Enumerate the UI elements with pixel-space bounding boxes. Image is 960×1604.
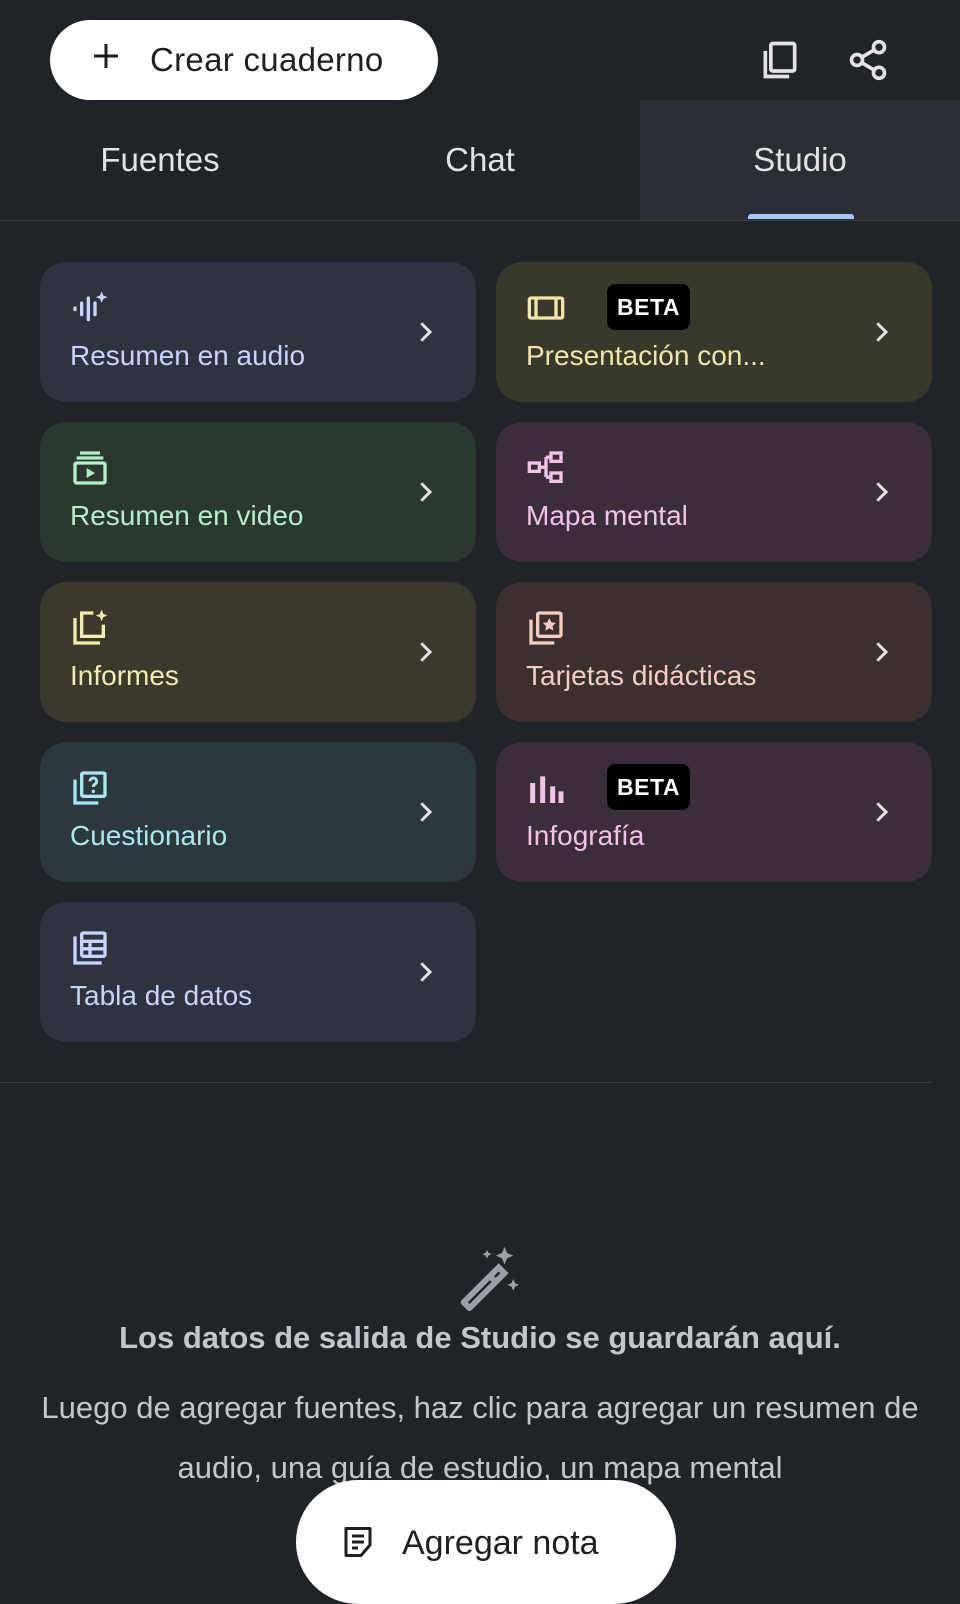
mind-map-icon [527, 451, 563, 483]
chevron-right-icon [876, 322, 889, 342]
tab-studio[interactable]: Studio [640, 100, 960, 220]
card-infografia[interactable]: BETA Infografía [496, 742, 932, 882]
beta-badge: BETA [607, 284, 690, 330]
chevron-right-icon [420, 642, 433, 662]
card-label: Infografía [526, 820, 645, 851]
card-tabla-de-datos[interactable]: Tabla de datos [40, 902, 476, 1042]
add-note-button[interactable]: Agregar nota [296, 1480, 676, 1604]
video-summary-icon [73, 451, 107, 485]
card-resumen-en-video[interactable]: Resumen en video [40, 422, 476, 562]
card-label: Presentación con... [526, 340, 766, 371]
audio-waveform-sparkle-icon [73, 291, 108, 322]
tab-fuentes[interactable]: Fuentes [0, 100, 320, 220]
card-label: Tarjetas didácticas [526, 660, 757, 691]
flashcards-icon [529, 611, 563, 645]
top-bar: Crear cuaderno [0, 0, 960, 100]
active-tab-indicator [748, 214, 854, 219]
card-label: Cuestionario [70, 820, 228, 851]
reports-sparkle-icon [73, 609, 108, 645]
copy-icon[interactable] [758, 38, 802, 82]
card-informes[interactable]: Informes [40, 582, 476, 722]
tab-chat[interactable]: Chat [320, 100, 640, 220]
card-resumen-en-audio[interactable]: Resumen en audio [40, 262, 476, 402]
card-presentacion[interactable]: BETA Presentación con... [496, 262, 932, 402]
chevron-right-icon [420, 322, 433, 342]
data-table-icon [73, 931, 107, 965]
card-label: Resumen en audio [70, 340, 306, 371]
card-tarjetas-didacticas[interactable]: Tarjetas didácticas [496, 582, 932, 722]
chevron-right-icon [876, 802, 889, 822]
card-label: Mapa mental [526, 500, 688, 531]
quiz-icon [73, 771, 107, 805]
infographic-icon [530, 776, 564, 803]
card-label: Tabla de datos [70, 980, 253, 1011]
chevron-right-icon [420, 802, 433, 822]
slides-icon [527, 296, 565, 320]
card-cuestionario[interactable]: Cuestionario [40, 742, 476, 882]
create-notebook-label: Crear cuaderno [150, 41, 384, 78]
share-icon[interactable] [846, 38, 890, 82]
empty-state-title: Los datos de salida de Studio se guardar… [119, 1320, 841, 1355]
section-divider [0, 1082, 932, 1083]
create-notebook-button[interactable]: Crear cuaderno [50, 20, 438, 100]
card-label: Informes [70, 660, 179, 691]
add-note-label: Agregar nota [402, 1524, 599, 1562]
card-mapa-mental[interactable]: Mapa mental [496, 422, 932, 562]
note-icon [344, 1527, 372, 1557]
beta-badge: BETA [607, 764, 690, 810]
card-label: Resumen en video [70, 500, 304, 531]
magic-wand-icon [460, 1246, 520, 1312]
tab-bar: Fuentes Chat Studio [0, 100, 960, 221]
chevron-right-icon [876, 482, 889, 502]
plus-icon [94, 44, 118, 68]
chevron-right-icon [876, 642, 889, 662]
chevron-right-icon [420, 482, 433, 502]
chevron-right-icon [420, 962, 433, 982]
